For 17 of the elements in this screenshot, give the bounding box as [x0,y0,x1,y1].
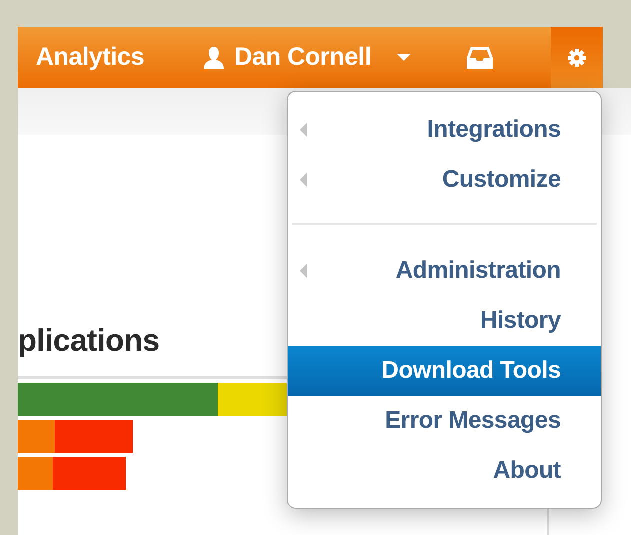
gear-icon [568,48,586,66]
inbox-icon[interactable] [467,46,494,70]
submenu-caret-icon [300,173,307,187]
submenu-caret-icon [300,264,307,278]
section-heading: plications [18,322,160,360]
menu-item[interactable]: Customize [288,155,601,205]
user-icon [202,46,226,70]
menu-item[interactable]: History [288,296,601,346]
settings-button[interactable] [551,27,603,88]
menu-item[interactable]: About [288,446,601,496]
menu-item[interactable]: Download Tools [288,346,601,396]
user-name: Dan Cornell [234,43,372,72]
menu-item[interactable]: Administration [288,246,601,296]
menu-item[interactable]: Error Messages [288,396,601,446]
submenu-caret-icon [300,123,307,137]
caret-icon [397,54,412,62]
menu-item[interactable]: Integrations [288,105,601,155]
